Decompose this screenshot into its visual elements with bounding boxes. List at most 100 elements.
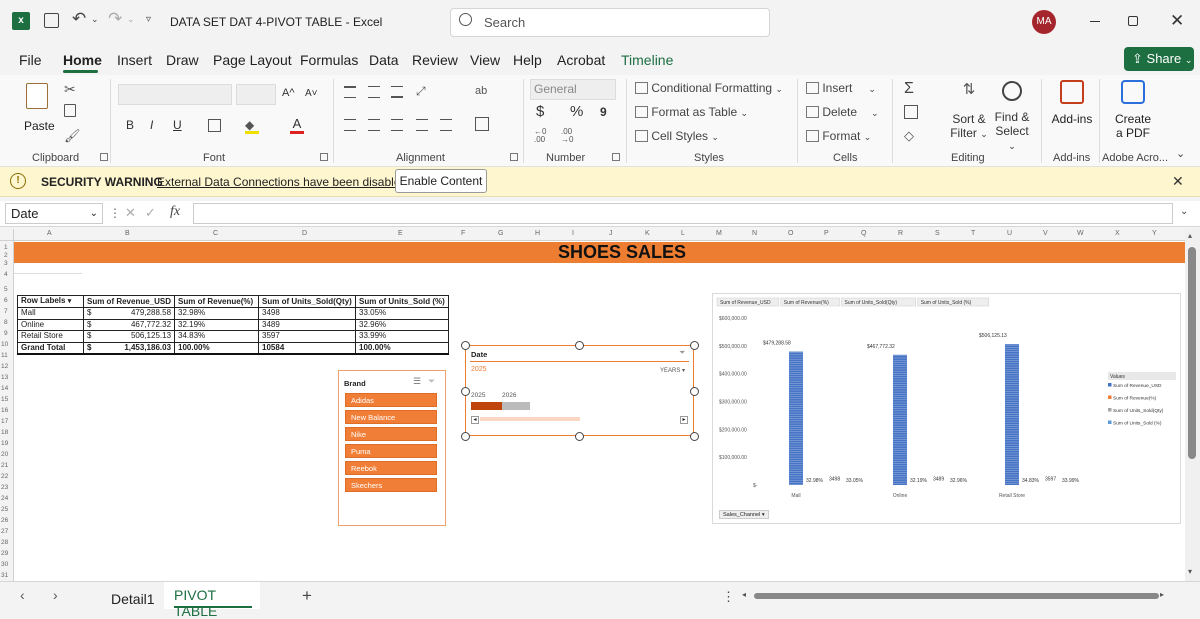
row-header[interactable]: 9 bbox=[4, 330, 8, 337]
row-header[interactable]: 26 bbox=[1, 517, 8, 524]
redo-icon[interactable]: ↷ bbox=[108, 9, 122, 29]
brand-slicer[interactable]: Brand ☰ ⏷ Adidas New Balance Nike Puma R… bbox=[338, 370, 446, 526]
find-select-button[interactable]: Find & Select ⌄ bbox=[991, 80, 1033, 151]
column-header[interactable]: S bbox=[935, 230, 940, 237]
resize-handle[interactable] bbox=[575, 432, 584, 441]
column-header[interactable]: M bbox=[716, 230, 722, 237]
row-header[interactable]: 14 bbox=[1, 385, 8, 392]
customize-qat-icon[interactable]: ▿ bbox=[146, 14, 151, 25]
horizontal-scrollbar[interactable]: ◂ ▸ bbox=[742, 590, 1167, 602]
clear-icon[interactable]: ◇ bbox=[904, 128, 914, 144]
row-header[interactable]: 19 bbox=[1, 440, 8, 447]
format-painter-icon[interactable]: 🖌 bbox=[64, 128, 81, 144]
multi-select-icon[interactable]: ☰ bbox=[413, 376, 421, 387]
autosum-icon[interactable]: Σ bbox=[904, 80, 914, 98]
date-timeline[interactable]: Date ⏷ 2025 YEARS ▾ 2025 2026 ◂ ▸ bbox=[461, 341, 699, 441]
row-header[interactable]: 5 bbox=[4, 286, 8, 293]
paste-button[interactable]: Paste bbox=[22, 81, 56, 136]
cell-styles-button[interactable]: Cell Styles ⌄ bbox=[635, 129, 719, 143]
avatar[interactable]: MA bbox=[1032, 10, 1056, 34]
tab-view[interactable]: View bbox=[470, 52, 500, 68]
decrease-decimal-icon[interactable]: .00 →0 bbox=[561, 128, 573, 144]
row-header[interactable]: 18 bbox=[1, 429, 8, 436]
redo-dropdown-icon[interactable]: ⌄ bbox=[127, 14, 135, 25]
middle-align-icon[interactable] bbox=[368, 86, 380, 98]
share-button[interactable]: ⇪ Share ⌄ bbox=[1124, 47, 1194, 71]
row-header[interactable]: 23 bbox=[1, 484, 8, 491]
comma-button[interactable]: 9 bbox=[600, 105, 607, 119]
row-header[interactable]: 24 bbox=[1, 495, 8, 502]
row-header[interactable]: 7 bbox=[4, 308, 8, 315]
align-right-icon[interactable] bbox=[391, 119, 403, 131]
tab-review[interactable]: Review bbox=[412, 52, 458, 68]
slicer-item-skechers[interactable]: Skechers bbox=[345, 478, 437, 492]
column-header[interactable]: J bbox=[609, 230, 613, 237]
row-header[interactable]: 11 bbox=[1, 352, 8, 359]
sort-filter-button[interactable]: ⇅ Sort & Filter ⌄ bbox=[949, 80, 989, 144]
sheet-tab-detail1[interactable]: Detail1 bbox=[111, 591, 155, 607]
column-header[interactable]: K bbox=[645, 230, 650, 237]
search-box[interactable]: Search bbox=[450, 8, 770, 37]
column-header[interactable]: A bbox=[47, 230, 52, 237]
column-header[interactable]: V bbox=[1043, 230, 1048, 237]
borders-icon[interactable] bbox=[208, 119, 221, 132]
enable-content-button[interactable]: Enable Content bbox=[395, 169, 487, 193]
row-header[interactable]: 16 bbox=[1, 407, 8, 414]
name-box[interactable]: Date ⌄ bbox=[5, 203, 103, 224]
row-header[interactable]: 12 bbox=[1, 363, 8, 370]
row-labels-header[interactable]: Row Labels ▾ bbox=[17, 295, 84, 308]
bottom-align-icon[interactable] bbox=[391, 86, 403, 98]
orientation-icon[interactable]: ⤢ bbox=[416, 84, 426, 99]
resize-handle[interactable] bbox=[690, 432, 699, 441]
add-sheet-button[interactable]: + bbox=[302, 586, 312, 606]
column-header[interactable]: O bbox=[788, 230, 793, 237]
increase-decimal-icon[interactable]: ←0.00 bbox=[534, 128, 546, 144]
expand-formula-icon[interactable]: ⌄ bbox=[1180, 206, 1188, 217]
shrink-font-button[interactable]: A˅ bbox=[305, 88, 318, 99]
excel-logo-icon[interactable]: x bbox=[12, 12, 30, 30]
top-align-icon[interactable] bbox=[344, 86, 356, 98]
cancel-formula-icon[interactable]: ✕ bbox=[125, 205, 136, 221]
slicer-item-new-balance[interactable]: New Balance bbox=[345, 410, 437, 424]
timeline-scroll-left-icon[interactable]: ◂ bbox=[471, 416, 479, 424]
row-header[interactable]: 3 bbox=[4, 260, 8, 267]
select-all-corner[interactable] bbox=[0, 229, 14, 241]
scroll-left-icon[interactable]: ◂ bbox=[742, 590, 746, 599]
column-header[interactable]: I bbox=[572, 230, 574, 237]
clipboard-launcher-icon[interactable] bbox=[100, 153, 108, 161]
security-message-link[interactable]: External Data Connections have been disa… bbox=[157, 175, 407, 189]
column-header[interactable]: L bbox=[681, 230, 685, 237]
add-ins-button[interactable]: Add-ins bbox=[1050, 80, 1094, 144]
column-header[interactable]: G bbox=[498, 230, 503, 237]
tab-file[interactable]: File bbox=[19, 52, 42, 68]
tab-scroll-right-icon[interactable]: › bbox=[53, 587, 58, 603]
column-header[interactable]: X bbox=[1115, 230, 1120, 237]
currency-button[interactable]: $ bbox=[536, 103, 544, 120]
timeline-scroll-right-icon[interactable]: ▸ bbox=[680, 416, 688, 424]
tab-help[interactable]: Help bbox=[513, 52, 542, 68]
worksheet-grid[interactable]: SHOES SALES Row Labels ▾ Sum of Revenue_… bbox=[14, 241, 1185, 581]
wrap-text-icon[interactable]: ab bbox=[475, 85, 487, 97]
cut-icon[interactable]: ✂ bbox=[64, 81, 76, 98]
row-header[interactable]: 1 bbox=[4, 244, 8, 251]
save-icon[interactable] bbox=[44, 13, 59, 28]
timeline-scrollbar[interactable] bbox=[480, 417, 580, 421]
slicer-item-adidas[interactable]: Adidas bbox=[345, 393, 437, 407]
column-header[interactable]: D bbox=[302, 230, 307, 237]
vertical-scrollbar[interactable]: ▴ ▾ bbox=[1185, 229, 1200, 581]
italic-button[interactable]: I bbox=[150, 118, 153, 132]
pivot-chart[interactable]: Sum of Revenue_USD Sum of Revenue(%) Sum o… bbox=[712, 293, 1181, 524]
decrease-indent-icon[interactable] bbox=[416, 119, 428, 131]
scroll-thumb[interactable] bbox=[1188, 247, 1196, 459]
scroll-right-icon[interactable]: ▸ bbox=[1160, 590, 1164, 599]
tab-data[interactable]: Data bbox=[369, 52, 399, 68]
timeline-unselected-bar[interactable] bbox=[502, 402, 530, 410]
conditional-formatting-button[interactable]: Conditional Formatting ⌄ bbox=[635, 81, 783, 95]
grow-font-button[interactable]: A^ bbox=[282, 87, 295, 99]
underline-button[interactable]: U bbox=[173, 118, 182, 132]
scroll-down-icon[interactable]: ▾ bbox=[1188, 567, 1192, 576]
format-as-table-button[interactable]: Format as Table ⌄ bbox=[635, 105, 748, 119]
sheet-tab-pivot-table[interactable]: PIVOT TABLE bbox=[164, 582, 260, 619]
font-size-select[interactable] bbox=[236, 84, 276, 105]
pivot-table[interactable]: Row Labels ▾ Sum of Revenue_USD Sum of R… bbox=[17, 295, 449, 355]
